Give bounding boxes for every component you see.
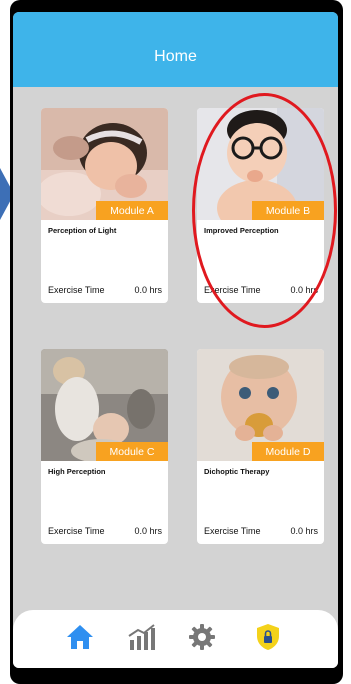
module-card-c[interactable]: Module C High Perception Exercise Time 0… xyxy=(41,349,168,544)
module-card-a[interactable]: Module A Perception of Light Exercise Ti… xyxy=(41,108,168,303)
nav-settings[interactable] xyxy=(187,622,217,652)
module-card-d[interactable]: Module D Dichoptic Therapy Exercise Time… xyxy=(197,349,324,544)
nav-privacy[interactable] xyxy=(253,622,283,652)
module-title: High Perception xyxy=(48,467,106,476)
exercise-time-value: 0.0 hrs xyxy=(134,285,162,295)
highlight-ring xyxy=(192,93,337,328)
module-tag: Module D xyxy=(252,442,324,461)
exercise-time-value: 0.0 hrs xyxy=(134,526,162,536)
nav-progress[interactable] xyxy=(126,622,156,652)
module-title: Dichoptic Therapy xyxy=(204,467,270,476)
nav-home[interactable] xyxy=(65,622,95,652)
exercise-time-label: Exercise Time xyxy=(48,285,105,295)
module-title: Perception of Light xyxy=(48,226,117,235)
home-icon xyxy=(67,625,93,649)
page-title: Home xyxy=(154,48,197,65)
exercise-time-label: Exercise Time xyxy=(48,526,105,536)
app-header: Home xyxy=(13,12,338,87)
chart-icon xyxy=(128,624,155,650)
exercise-time-value: 0.0 hrs xyxy=(290,526,318,536)
module-tag: Module C xyxy=(96,442,168,461)
gear-icon xyxy=(189,624,215,650)
bottom-nav xyxy=(13,610,338,668)
shield-lock-icon xyxy=(257,624,279,650)
module-tag: Module A xyxy=(96,201,168,220)
exercise-time-label: Exercise Time xyxy=(204,526,261,536)
app-screen: Home Module A Perception of Light Exerci… xyxy=(13,12,338,668)
